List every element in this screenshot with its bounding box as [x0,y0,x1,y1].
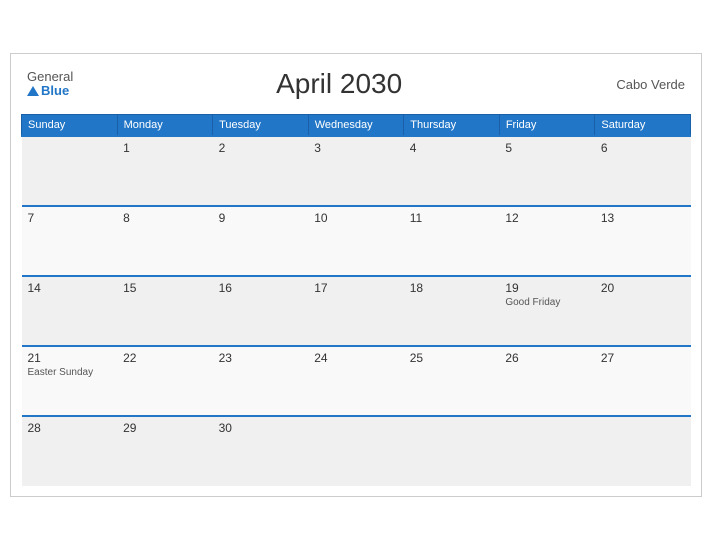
calendar-cell: 27 [595,346,691,416]
day-number: 3 [314,141,398,155]
calendar-cell [499,416,595,486]
day-number: 26 [505,351,589,365]
calendar-cell: 17 [308,276,404,346]
calendar-cell: 12 [499,206,595,276]
week-row-0: 123456 [22,136,691,206]
weekday-header-friday: Friday [499,115,595,137]
weekday-header-sunday: Sunday [22,115,118,137]
day-number: 16 [219,281,303,295]
day-number: 4 [410,141,494,155]
day-number: 7 [28,211,112,225]
calendar-grid: SundayMondayTuesdayWednesdayThursdayFrid… [21,114,691,486]
day-number: 14 [28,281,112,295]
calendar-cell: 26 [499,346,595,416]
calendar-cell [404,416,500,486]
day-number: 30 [219,421,303,435]
day-number: 11 [410,211,494,225]
calendar-cell: 7 [22,206,118,276]
calendar-cell [308,416,404,486]
calendar-region: Cabo Verde [605,77,685,92]
calendar-cell: 15 [117,276,213,346]
day-number: 2 [219,141,303,155]
calendar-cell: 14 [22,276,118,346]
day-number: 13 [601,211,685,225]
calendar-thead: SundayMondayTuesdayWednesdayThursdayFrid… [22,115,691,137]
logo-general-text: General [27,70,73,84]
logo-triangle-icon [27,86,39,96]
day-number: 18 [410,281,494,295]
day-number: 29 [123,421,207,435]
calendar-title: April 2030 [73,68,605,100]
day-number: 10 [314,211,398,225]
logo: General Blue [27,70,73,99]
day-number: 24 [314,351,398,365]
calendar-cell: 22 [117,346,213,416]
day-number: 15 [123,281,207,295]
week-row-4: 28 29 30 [22,416,691,486]
calendar-container: General Blue April 2030 Cabo Verde Sunda… [10,53,702,497]
calendar-tbody: 12345678910111213141516171819Good Friday… [22,136,691,486]
week-row-1: 789 10 11 12 13 [22,206,691,276]
calendar-cell: 13 [595,206,691,276]
calendar-cell: 21 Easter Sunday [22,346,118,416]
day-number: 12 [505,211,589,225]
calendar-cell: 10 [308,206,404,276]
day-number: 25 [410,351,494,365]
day-number: 9 [219,211,303,225]
day-number: 28 [28,421,112,435]
calendar-cell: 3 [308,136,404,206]
weekday-header-tuesday: Tuesday [213,115,309,137]
calendar-cell: 19 Good Friday [499,276,595,346]
day-number: 27 [601,351,685,365]
calendar-cell: 5 [499,136,595,206]
day-number: 6 [601,141,685,155]
day-number: 22 [123,351,207,365]
calendar-cell: 16 [213,276,309,346]
day-number: 1 [123,141,207,155]
calendar-cell: 24 [308,346,404,416]
weekday-header-row: SundayMondayTuesdayWednesdayThursdayFrid… [22,115,691,137]
calendar-cell [22,136,118,206]
day-number: 23 [219,351,303,365]
day-number: 21 [28,351,112,365]
logo-blue-text: Blue [27,84,73,98]
calendar-cell: 2 [213,136,309,206]
calendar-cell: 4 [404,136,500,206]
calendar-cell: 1 [117,136,213,206]
calendar-cell: 11 [404,206,500,276]
calendar-cell: 18 [404,276,500,346]
weekday-header-wednesday: Wednesday [308,115,404,137]
day-event: Easter Sunday [28,367,112,378]
week-row-3: 21 Easter Sunday 22 23 24 25 26 27 [22,346,691,416]
day-number: 5 [505,141,589,155]
weekday-header-monday: Monday [117,115,213,137]
calendar-cell: 30 [213,416,309,486]
week-row-2: 14 15 16 17 18 19 Good Friday 20 [22,276,691,346]
calendar-cell: 20 [595,276,691,346]
calendar-cell: 9 [213,206,309,276]
calendar-cell: 28 [22,416,118,486]
calendar-cell: 23 [213,346,309,416]
weekday-header-thursday: Thursday [404,115,500,137]
calendar-header: General Blue April 2030 Cabo Verde [21,64,691,104]
calendar-cell: 8 [117,206,213,276]
calendar-cell: 25 [404,346,500,416]
calendar-cell: 6 [595,136,691,206]
day-number: 19 [505,281,589,295]
day-number: 20 [601,281,685,295]
calendar-cell: 29 [117,416,213,486]
calendar-cell [595,416,691,486]
day-number: 8 [123,211,207,225]
day-number: 17 [314,281,398,295]
day-event: Good Friday [505,297,589,308]
weekday-header-saturday: Saturday [595,115,691,137]
